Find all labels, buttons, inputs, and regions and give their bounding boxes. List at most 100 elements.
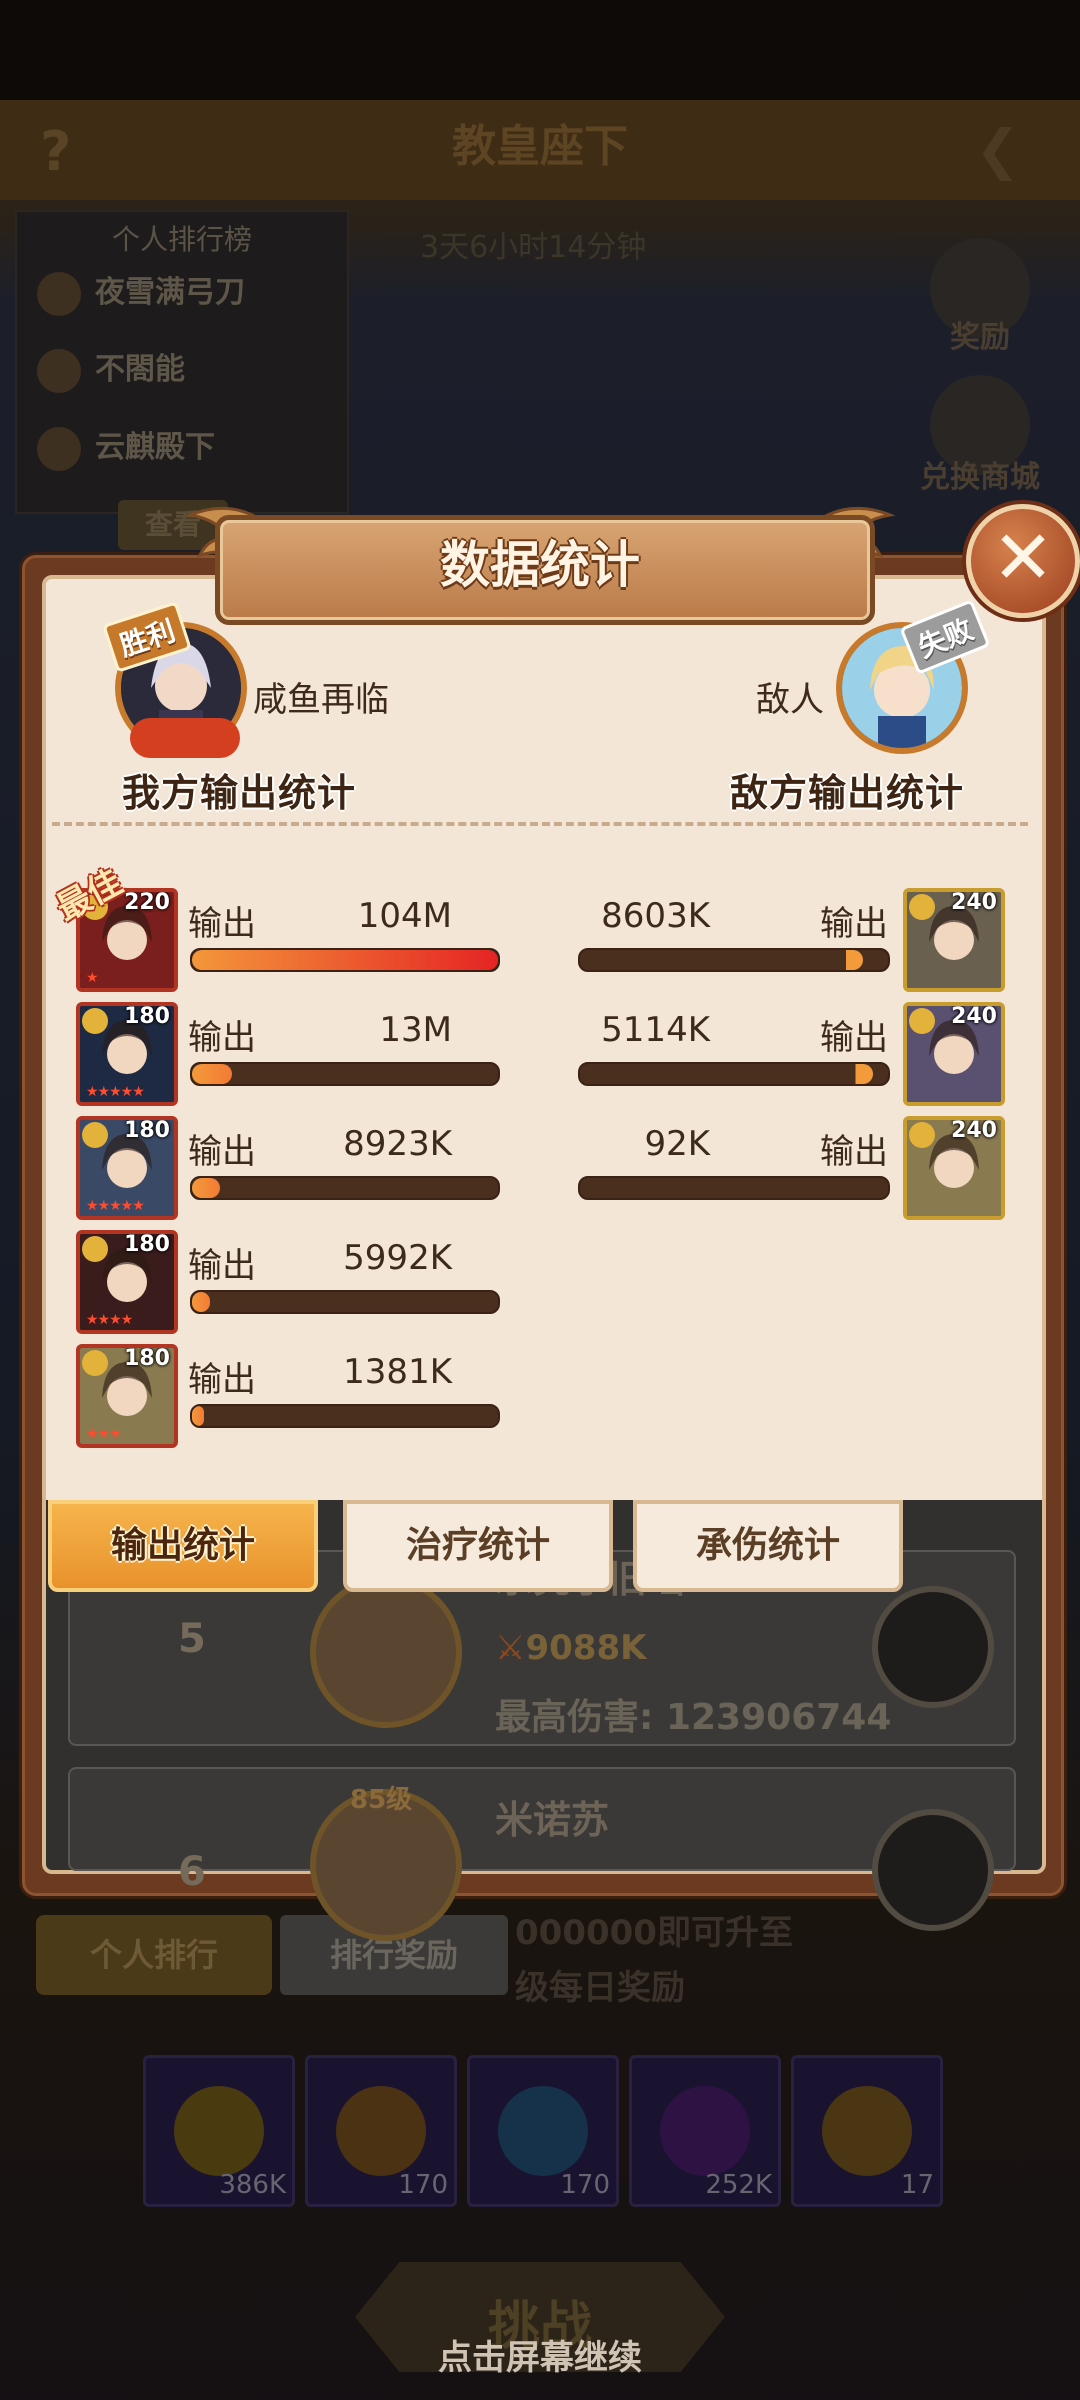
medal-icon [37,271,81,316]
red-envelope-icon [130,718,240,758]
bar-fill [192,1178,220,1198]
output-label: 输出 [188,1360,256,1400]
reward-item[interactable]: 252K [629,2055,781,2207]
ally-hero-card[interactable]: 180 ★★★★★ [76,1002,178,1106]
star-rating: ★★★★ [86,1312,133,1328]
tab-damage-taken-stats[interactable]: 承伤统计 [633,1500,903,1592]
hero-level: 240 [951,890,997,915]
ranking-panel-title: 个人排行榜 [111,223,252,256]
coin-icon [174,2086,264,2176]
close-icon: ✕ [991,515,1054,601]
hero-level: 240 [951,1118,997,1143]
ally-output-bar [190,1290,500,1314]
ranking-entry[interactable]: 云麒殿下 [37,422,337,482]
list-rank: 6 [178,1849,206,1895]
event-timer: 3天6小时14分钟 [420,230,647,265]
output-value: 104M [357,896,452,936]
output-label: 输出 [820,904,888,944]
output-value: 5114K [601,1010,710,1050]
ranking-entry[interactable]: 不閤能 [37,344,337,404]
help-icon[interactable]: ? [40,120,90,183]
element-icon [82,1122,108,1148]
player-name: 米诺苏 [495,1798,610,1842]
list-item[interactable]: 6 85级 米诺苏 [68,1767,1016,1941]
element-icon [909,1122,935,1148]
dialog-title: 数据统计 [440,536,640,594]
continue-hint: 点击屏幕继续 [438,2338,642,2378]
ally-hero-card[interactable]: 180 ★★★★ [76,1230,178,1334]
power-value: ⚔9088K [495,1628,647,1668]
orb-icon [660,2086,750,2176]
item-count: 386K [219,2170,286,2200]
hero-level: 180 [124,1118,170,1143]
info-line-1: 000000即可升至 [515,1913,793,1953]
element-icon [909,894,935,920]
star-rating: ★★★★★ [86,1198,145,1214]
ally-hero-card[interactable]: 180 ★★★ [76,1344,178,1448]
hero-level: 180 [124,1346,170,1371]
medal-icon [37,426,81,471]
output-label: 输出 [820,1132,888,1172]
tab-heal-stats[interactable]: 治疗统计 [343,1500,613,1592]
bar-fill [192,1406,205,1426]
hero-level: 180 [124,1232,170,1257]
output-value: 8923K [343,1124,452,1164]
output-label: 输出 [188,1132,256,1172]
element-icon [909,1008,935,1034]
output-label: 输出 [188,1018,256,1058]
crystal-icon [498,2086,588,2176]
enemy-player-name: 敌人 [756,680,824,720]
ally-output-bar [190,1404,500,1428]
personal-ranking-tab[interactable]: 个人排行 [36,1915,272,1995]
bar-fill [192,1064,232,1084]
output-value: 13M [379,1010,452,1050]
star-rating: ★★★★★ [86,1084,145,1100]
tab-output-stats[interactable]: 输出统计 [48,1500,318,1592]
output-label: 输出 [188,1246,256,1286]
enemy-output-bar [578,1176,890,1200]
ranking-entry-name: 不閤能 [95,352,185,387]
output-label: 输出 [188,904,256,944]
output-label: 输出 [820,1018,888,1058]
list-rank: 5 [178,1616,206,1662]
ally-hero-card[interactable]: 180 ★★★★★ [76,1116,178,1220]
hero-level: 220 [124,890,170,915]
enemy-hero-card[interactable]: 240 [903,1002,1005,1106]
enemy-output-bar [578,948,890,972]
level-badge: 85级 [350,1785,413,1815]
star-rating: ★★★ [86,1426,122,1442]
bar-fill [580,1064,873,1084]
enemy-hero-card[interactable]: 240 [903,888,1005,992]
output-value: 5992K [343,1238,452,1278]
replay-icon[interactable] [872,1809,994,1931]
exchange-shop-label[interactable]: 兑换商城 [905,452,1055,496]
enemy-hero-card[interactable]: 240 [903,1116,1005,1220]
output-value: 8603K [601,896,710,936]
item-count: 252K [705,2170,772,2200]
reward-item[interactable]: 170 [467,2055,619,2207]
reward-item[interactable]: 17 [791,2055,943,2207]
element-icon [82,1008,108,1034]
back-arrow-icon[interactable]: ❮ [975,118,1055,181]
ally-output-bar [190,1176,500,1200]
ranking-entry[interactable]: 夜雪满弓刀 [37,267,337,327]
reward-label[interactable]: 奖励 [905,312,1055,356]
treasure-icon [336,2086,426,2176]
reward-item[interactable]: 386K [143,2055,295,2207]
star-rating: ★ [86,970,99,986]
output-value: 1381K [343,1352,452,1392]
page-title: 教皇座下 [452,121,628,172]
item-count: 170 [560,2170,610,2200]
hero-level: 180 [124,1004,170,1029]
enemy-section-title: 敌方输出统计 [730,771,965,815]
sword-icon: ⚔ [495,1628,526,1668]
header-divider [52,822,1028,826]
close-button[interactable]: ✕ [966,504,1080,618]
element-icon [82,1350,108,1376]
ranking-entry-name: 云麒殿下 [95,430,215,465]
reward-item[interactable]: 170 [305,2055,457,2207]
bar-fill [580,1178,888,1198]
bar-fill [192,950,498,970]
replay-icon[interactable] [872,1586,994,1708]
avatar [310,1576,462,1728]
